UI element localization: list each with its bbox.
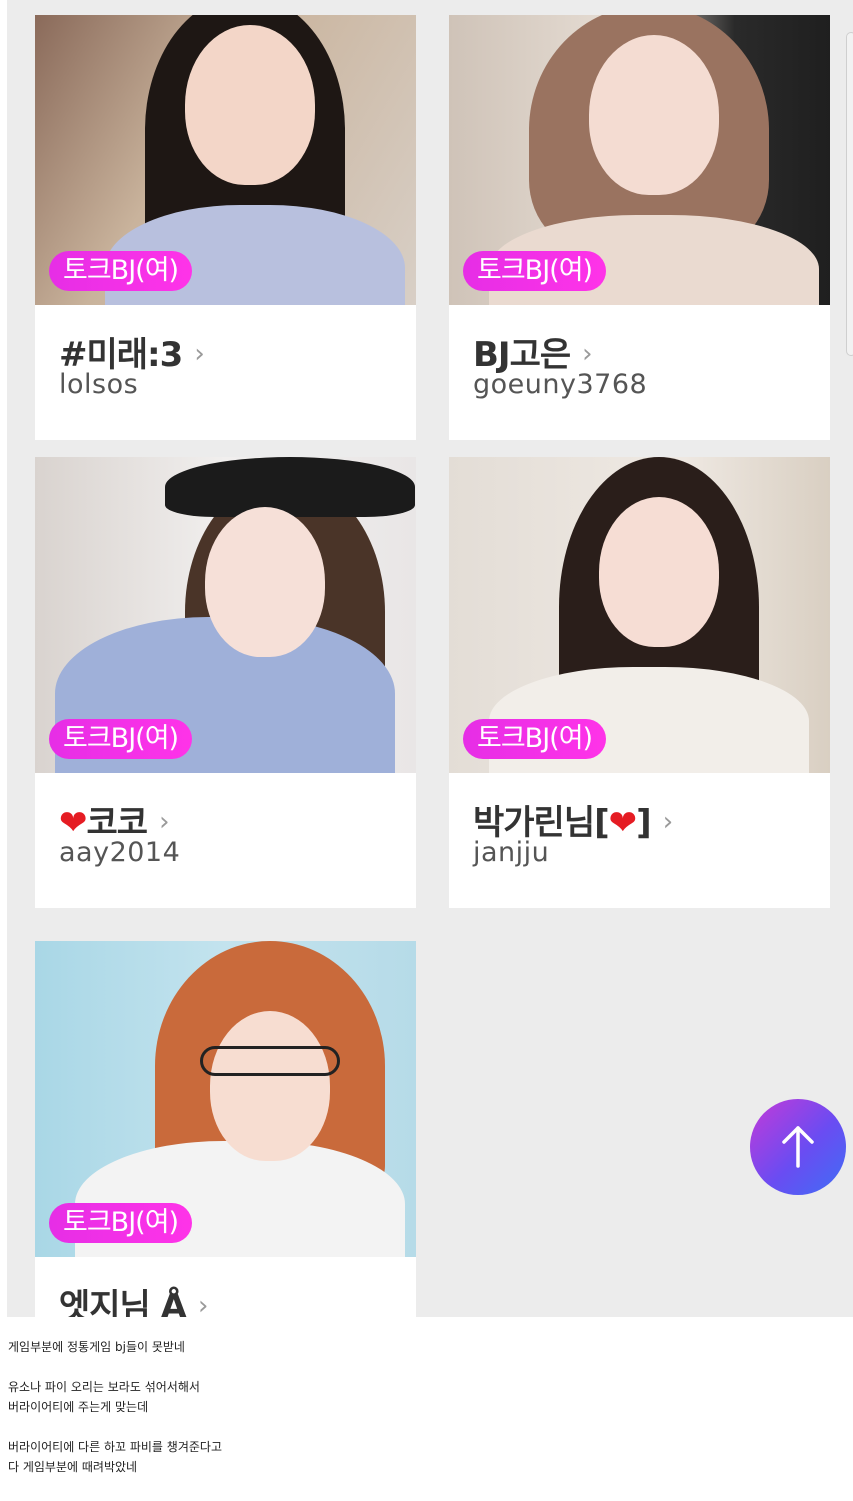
scrollbar[interactable] [846, 32, 853, 356]
caption-line: 버라이어티에 주는게 맞는데 [8, 1400, 149, 1414]
category-badge: 토크BJ(여) [49, 1203, 193, 1243]
category-badge: 토크BJ(여) [463, 251, 607, 291]
bj-user-id: aay2014 [59, 837, 181, 868]
category-badge: 토크BJ(여) [49, 719, 193, 759]
bj-user-id: goeuny3768 [473, 369, 648, 400]
chevron-right-icon: › [198, 1291, 208, 1317]
bj-card[interactable]: 토크BJ(여) BJ고은 › goeuny3768 [449, 15, 830, 440]
app-screenshot: 토크BJ(여) #미래:3 › lolsos 토크BJ(여) BJ고은 › goeu… [7, 0, 853, 1317]
caption-line: 게임부분에 정통게임 bj들이 못받네 [8, 1340, 185, 1354]
bj-thumbnail[interactable]: 토크BJ(여) [35, 941, 416, 1257]
bj-card[interactable]: 토크BJ(여) 박가린님[❤] › janjju [449, 457, 830, 908]
arrow-up-icon [782, 1126, 814, 1168]
caption-line: 유소나 파이 오리는 보라도 섞어서해서 [8, 1380, 200, 1394]
scroll-to-top-button[interactable] [750, 1099, 846, 1195]
bj-card[interactable]: 토크BJ(여) #미래:3 › lolsos [35, 15, 416, 440]
bj-card[interactable]: 토크BJ(여) ❤코코 › aay2014 [35, 457, 416, 908]
chevron-right-icon: › [662, 807, 673, 837]
bj-thumbnail[interactable]: 토크BJ(여) [449, 457, 830, 773]
caption-line [8, 1357, 848, 1377]
bj-thumbnail[interactable]: 토크BJ(여) [35, 457, 416, 773]
heart-icon: ❤ [608, 803, 637, 843]
post-caption: 게임부분에 정통게임 bj들이 못받네 유소나 파이 오리는 보라도 섞어서해서… [8, 1337, 848, 1477]
bj-card[interactable]: 토크BJ(여) 엣지님 Å › [35, 941, 416, 1317]
bj-thumbnail[interactable]: 토크BJ(여) [35, 15, 416, 305]
caption-line [8, 1417, 848, 1437]
glasses [200, 1046, 340, 1076]
caption-line: 버라이어티에 다른 하꼬 파비를 챙겨준다고 [8, 1440, 222, 1454]
chevron-right-icon: › [159, 807, 169, 837]
chevron-right-icon: › [194, 339, 204, 369]
category-badge: 토크BJ(여) [463, 719, 607, 759]
category-badge: 토크BJ(여) [49, 251, 193, 291]
bj-thumbnail[interactable]: 토크BJ(여) [449, 15, 830, 305]
caption-line: 다 게임부분에 때려박았네 [8, 1460, 138, 1474]
bj-user-id: lolsos [59, 369, 139, 400]
bj-user-id: janjju [473, 837, 550, 868]
chevron-right-icon: › [582, 339, 592, 369]
bj-name[interactable]: 엣지님 Å › [59, 1279, 208, 1317]
